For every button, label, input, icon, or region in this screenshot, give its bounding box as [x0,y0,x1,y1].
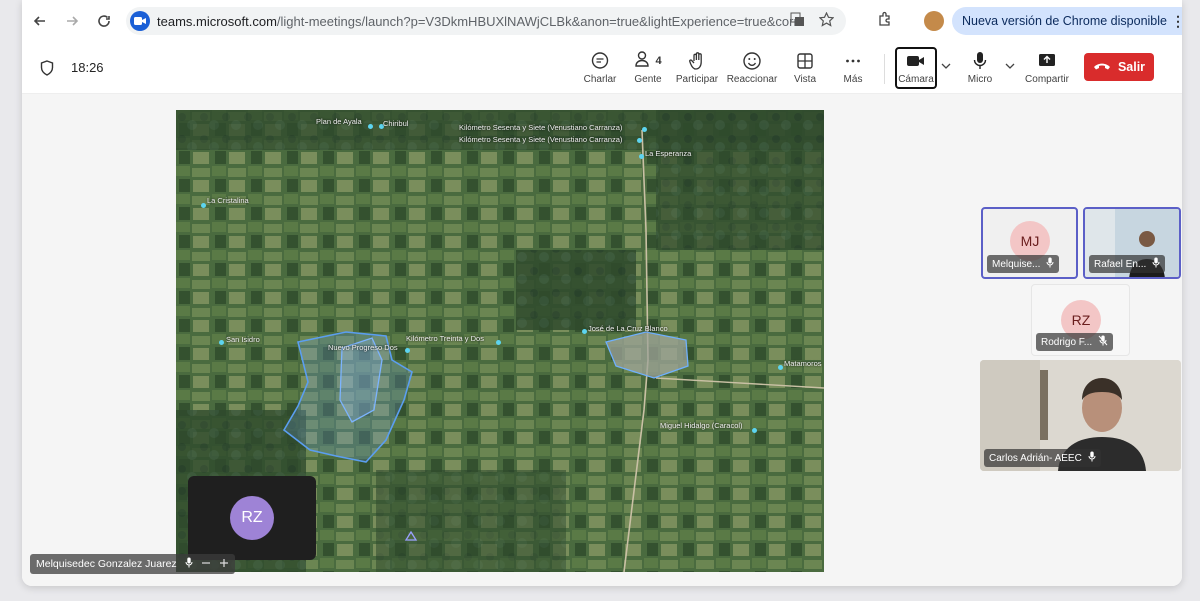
more-horiz-icon [843,50,863,72]
participant-name: Melquise... [992,258,1041,270]
meeting-stage: Plan de Ayala Chiribul Kilómetro Sesenta… [22,94,1182,586]
map-pin [778,365,783,370]
leave-button[interactable]: Salir [1084,53,1154,81]
share-label: Compartir [1025,74,1069,85]
map-pin [201,203,206,208]
participant-tile[interactable]: MJ Melquise... [981,207,1078,279]
map-pin [405,348,410,353]
camera-label: Cámara [898,74,934,85]
participant-name-tag: Rafael En... [1089,255,1166,273]
participant-name: Rodrigo F... [1041,336,1093,348]
map-pin [582,329,587,334]
map-pin [639,154,644,159]
map-label-la-cristalina: La Cristalina [207,196,249,205]
raise-hand-label: Participar [675,74,719,85]
share-screen-icon [1037,50,1057,72]
browser-chrome: teams.microsoft.com/light-meetings/launc… [22,0,1182,42]
profile-avatar[interactable] [924,11,944,31]
url-text[interactable]: teams.microsoft.com/light-meetings/launc… [157,14,797,29]
update-label: Nueva versión de Chrome disponible [962,14,1167,28]
raise-hand-button[interactable]: Participar [669,50,725,85]
bookmark-star-icon[interactable] [818,11,835,30]
more-label: Más [843,74,863,85]
participant-name: Carlos Adrián- AEEC [989,452,1082,464]
map-label-jose-cruz: José de La Cruz Blanco [588,324,668,333]
more-button[interactable]: Más [825,50,881,85]
people-button[interactable]: 4 Gente [620,50,676,85]
map-pin [368,124,373,129]
presenter-name-tag: Melquisedec Gonzalez Juarez [30,554,235,574]
map-label-plan-de-ayala: Plan de Ayala [316,117,362,126]
map-label-la-esperanza: La Esperanza [645,149,692,158]
map-label-chiribul: Chiribul [383,119,409,128]
reload-icon[interactable] [90,7,118,35]
microphone-icon [185,557,193,571]
meeting-timer: 18:26 [71,60,104,75]
mic-options-chevron-icon[interactable] [1005,62,1015,73]
mic-button[interactable]: Micro [952,50,1008,85]
people-count: 4 [655,55,662,67]
leave-label: Salir [1117,60,1146,74]
meeting-toolbar: 18:26 Charlar 4 Gente Participar Reaccio… [22,42,1182,94]
participant-name-tag: Melquise... [987,255,1060,273]
back-icon[interactable] [26,7,54,35]
camera-options-chevron-icon[interactable] [941,62,951,73]
map-pin [219,340,224,345]
share-button[interactable]: Compartir [1019,50,1075,85]
chat-label: Charlar [583,74,617,85]
map-pin [752,428,757,433]
extensions-icon[interactable] [877,11,893,32]
participant-tile[interactable]: Carlos Adrián- AEEC [980,360,1181,471]
camera-icon [906,50,926,72]
zoom-in-icon[interactable] [219,558,229,571]
chat-icon [590,50,610,72]
chrome-update-button[interactable]: Nueva versión de Chrome disponible ⋮ [952,7,1182,35]
people-icon [634,49,654,74]
map-label-km67b: Kilómetro Sesenta y Siete (Venustiano Ca… [459,135,623,144]
emoji-icon [742,50,762,72]
map-pin [496,340,501,345]
participant-tile[interactable]: RZ Rodrigo F... [1031,284,1130,356]
hand-icon [687,50,707,72]
mic-label: Micro [967,74,993,85]
map-label-matamoros: Matamoros [784,359,822,368]
participant-name-tag: Rodrigo F... [1036,333,1114,351]
forward-icon[interactable] [58,7,86,35]
teams-site-icon [130,11,150,31]
participant-name-tag: Carlos Adrián- AEEC [984,449,1101,467]
mic-off-icon [1098,335,1108,349]
camera-button[interactable]: Cámara [888,50,944,85]
react-label: Reaccionar [726,74,778,85]
map-label-km67a: Kilómetro Sesenta y Siete (Venustiano Ca… [459,123,623,132]
avatar: RZ [230,496,274,540]
phone-hangup-icon [1093,60,1111,74]
map-label-km32: Kilómetro Treinta y Dos [406,334,484,343]
microphone-icon [1152,257,1160,271]
microphone-icon [1046,257,1054,271]
people-label: Gente [634,74,662,85]
translate-icon[interactable] [790,12,805,30]
address-bar[interactable]: teams.microsoft.com/light-meetings/launc… [126,7,846,35]
view-label: Vista [793,74,817,85]
participant-tile[interactable]: Rafael En... [1083,207,1181,279]
microphone-icon [1088,451,1096,465]
zoom-out-icon[interactable] [201,558,211,571]
self-video-tile[interactable]: RZ [188,476,316,560]
microphone-icon [972,50,988,72]
toolbar-divider [884,54,885,84]
react-button[interactable]: Reaccionar [724,50,780,85]
map-label-nuevo-progreso: Nuevo Progreso Dos [328,343,398,352]
map-pin [642,127,647,132]
more-vert-icon[interactable]: ⋮ [1171,13,1182,30]
map-label-miguel-hidalgo: Miguel Hidalgo (Caracol) [660,421,743,430]
map-label-san-isidro: San Isidro [226,335,260,344]
presenter-name: Melquisedec Gonzalez Juarez [36,558,177,570]
shield-icon[interactable] [40,60,54,81]
participant-name: Rafael En... [1094,258,1147,270]
grid-view-icon [795,50,815,72]
browser-window: teams.microsoft.com/light-meetings/launc… [22,0,1182,586]
map-pin [637,138,642,143]
